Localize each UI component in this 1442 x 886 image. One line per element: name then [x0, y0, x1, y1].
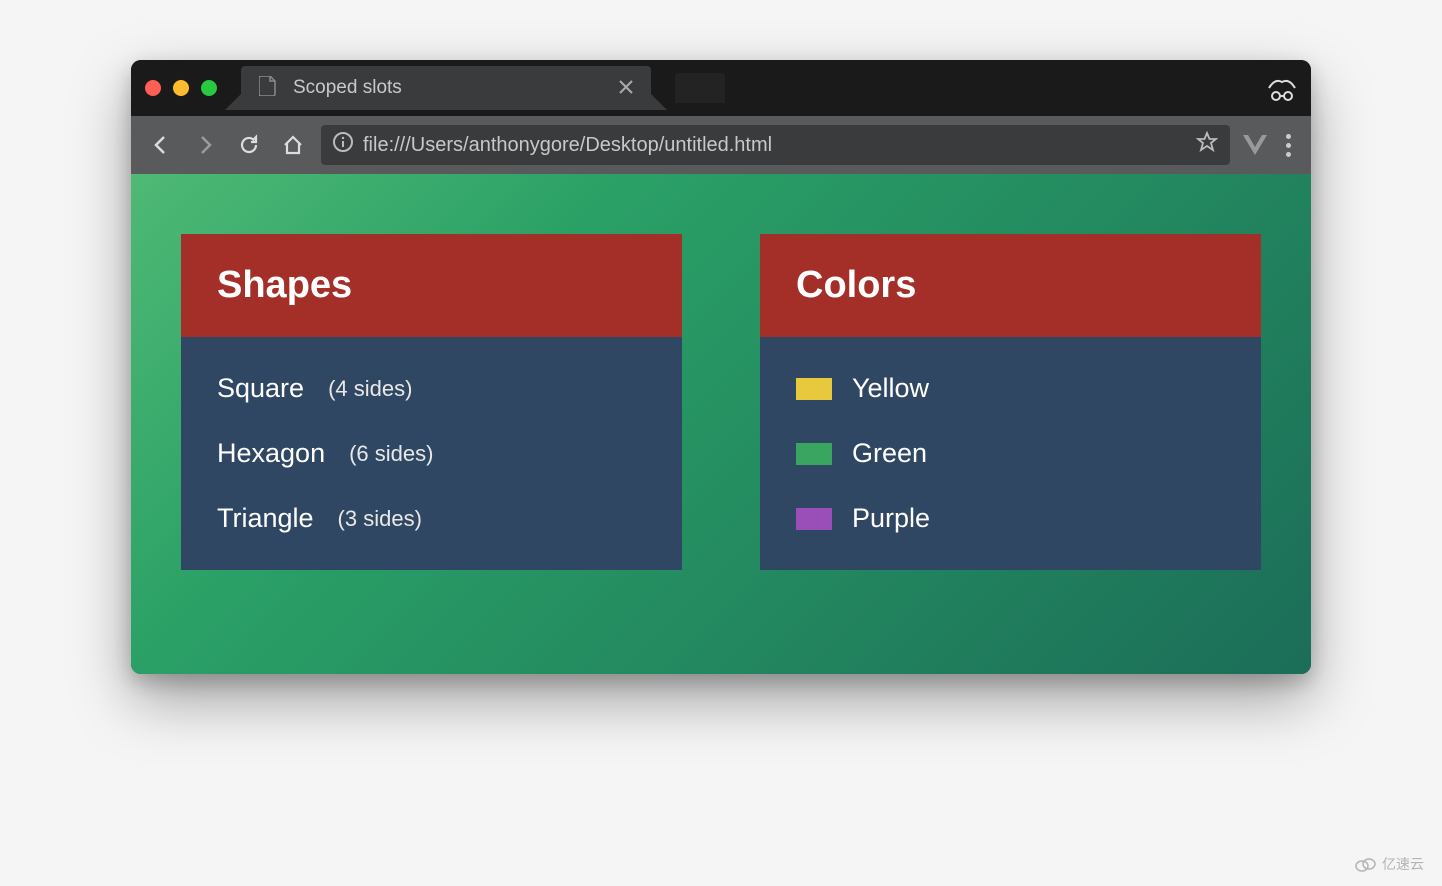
browser-toolbar: file:///Users/anthonygore/Desktop/untitl…	[131, 116, 1311, 174]
list-item: Green	[796, 438, 1225, 469]
file-icon	[259, 76, 277, 101]
shapes-card-body: Square (4 sides) Hexagon (6 sides) Trian…	[181, 337, 682, 570]
tab-title: Scoped slots	[293, 77, 603, 99]
shape-detail: (3 sides)	[338, 506, 422, 532]
browser-tab[interactable]: Scoped slots	[241, 66, 651, 110]
close-window-button[interactable]	[145, 80, 161, 96]
minimize-window-button[interactable]	[173, 80, 189, 96]
colors-card-body: Yellow Green Purple	[760, 337, 1261, 570]
address-bar[interactable]: file:///Users/anthonygore/Desktop/untitl…	[321, 125, 1230, 165]
watermark: 亿速云	[1354, 854, 1424, 874]
bookmark-star-icon[interactable]	[1196, 131, 1218, 159]
home-button[interactable]	[277, 129, 309, 161]
shape-name: Hexagon	[217, 438, 325, 469]
color-swatch	[796, 443, 832, 465]
list-item: Purple	[796, 503, 1225, 534]
page-content: Shapes Square (4 sides) Hexagon (6 sides…	[131, 174, 1311, 674]
incognito-icon	[1267, 76, 1297, 101]
color-name: Yellow	[852, 373, 929, 404]
color-name: Green	[852, 438, 927, 469]
vue-extension-icon[interactable]	[1242, 134, 1268, 156]
color-name: Purple	[852, 503, 930, 534]
forward-button[interactable]	[189, 129, 221, 161]
colors-card-title: Colors	[760, 234, 1261, 337]
color-swatch	[796, 378, 832, 400]
shape-name: Square	[217, 373, 304, 404]
card-container: Shapes Square (4 sides) Hexagon (6 sides…	[181, 234, 1261, 570]
colors-card: Colors Yellow Green Purple	[760, 234, 1261, 570]
browser-menu-button[interactable]	[1280, 134, 1297, 157]
reload-button[interactable]	[233, 129, 265, 161]
back-button[interactable]	[145, 129, 177, 161]
watermark-text: 亿速云	[1382, 854, 1424, 874]
browser-window: Scoped slots file:///Users/anth	[131, 60, 1311, 674]
maximize-window-button[interactable]	[201, 80, 217, 96]
tab-strip: Scoped slots	[131, 60, 1311, 116]
url-text: file:///Users/anthonygore/Desktop/untitl…	[363, 134, 1186, 157]
inactive-tab[interactable]	[675, 73, 725, 103]
list-item: Square (4 sides)	[217, 373, 646, 404]
shape-name: Triangle	[217, 503, 314, 534]
list-item: Yellow	[796, 373, 1225, 404]
color-swatch	[796, 508, 832, 530]
site-info-icon[interactable]	[333, 132, 353, 158]
shape-detail: (6 sides)	[349, 441, 433, 467]
close-tab-icon[interactable]	[619, 77, 633, 100]
shapes-card-title: Shapes	[181, 234, 682, 337]
shapes-card: Shapes Square (4 sides) Hexagon (6 sides…	[181, 234, 682, 570]
shape-detail: (4 sides)	[328, 376, 412, 402]
list-item: Hexagon (6 sides)	[217, 438, 646, 469]
window-controls	[145, 80, 217, 96]
list-item: Triangle (3 sides)	[217, 503, 646, 534]
